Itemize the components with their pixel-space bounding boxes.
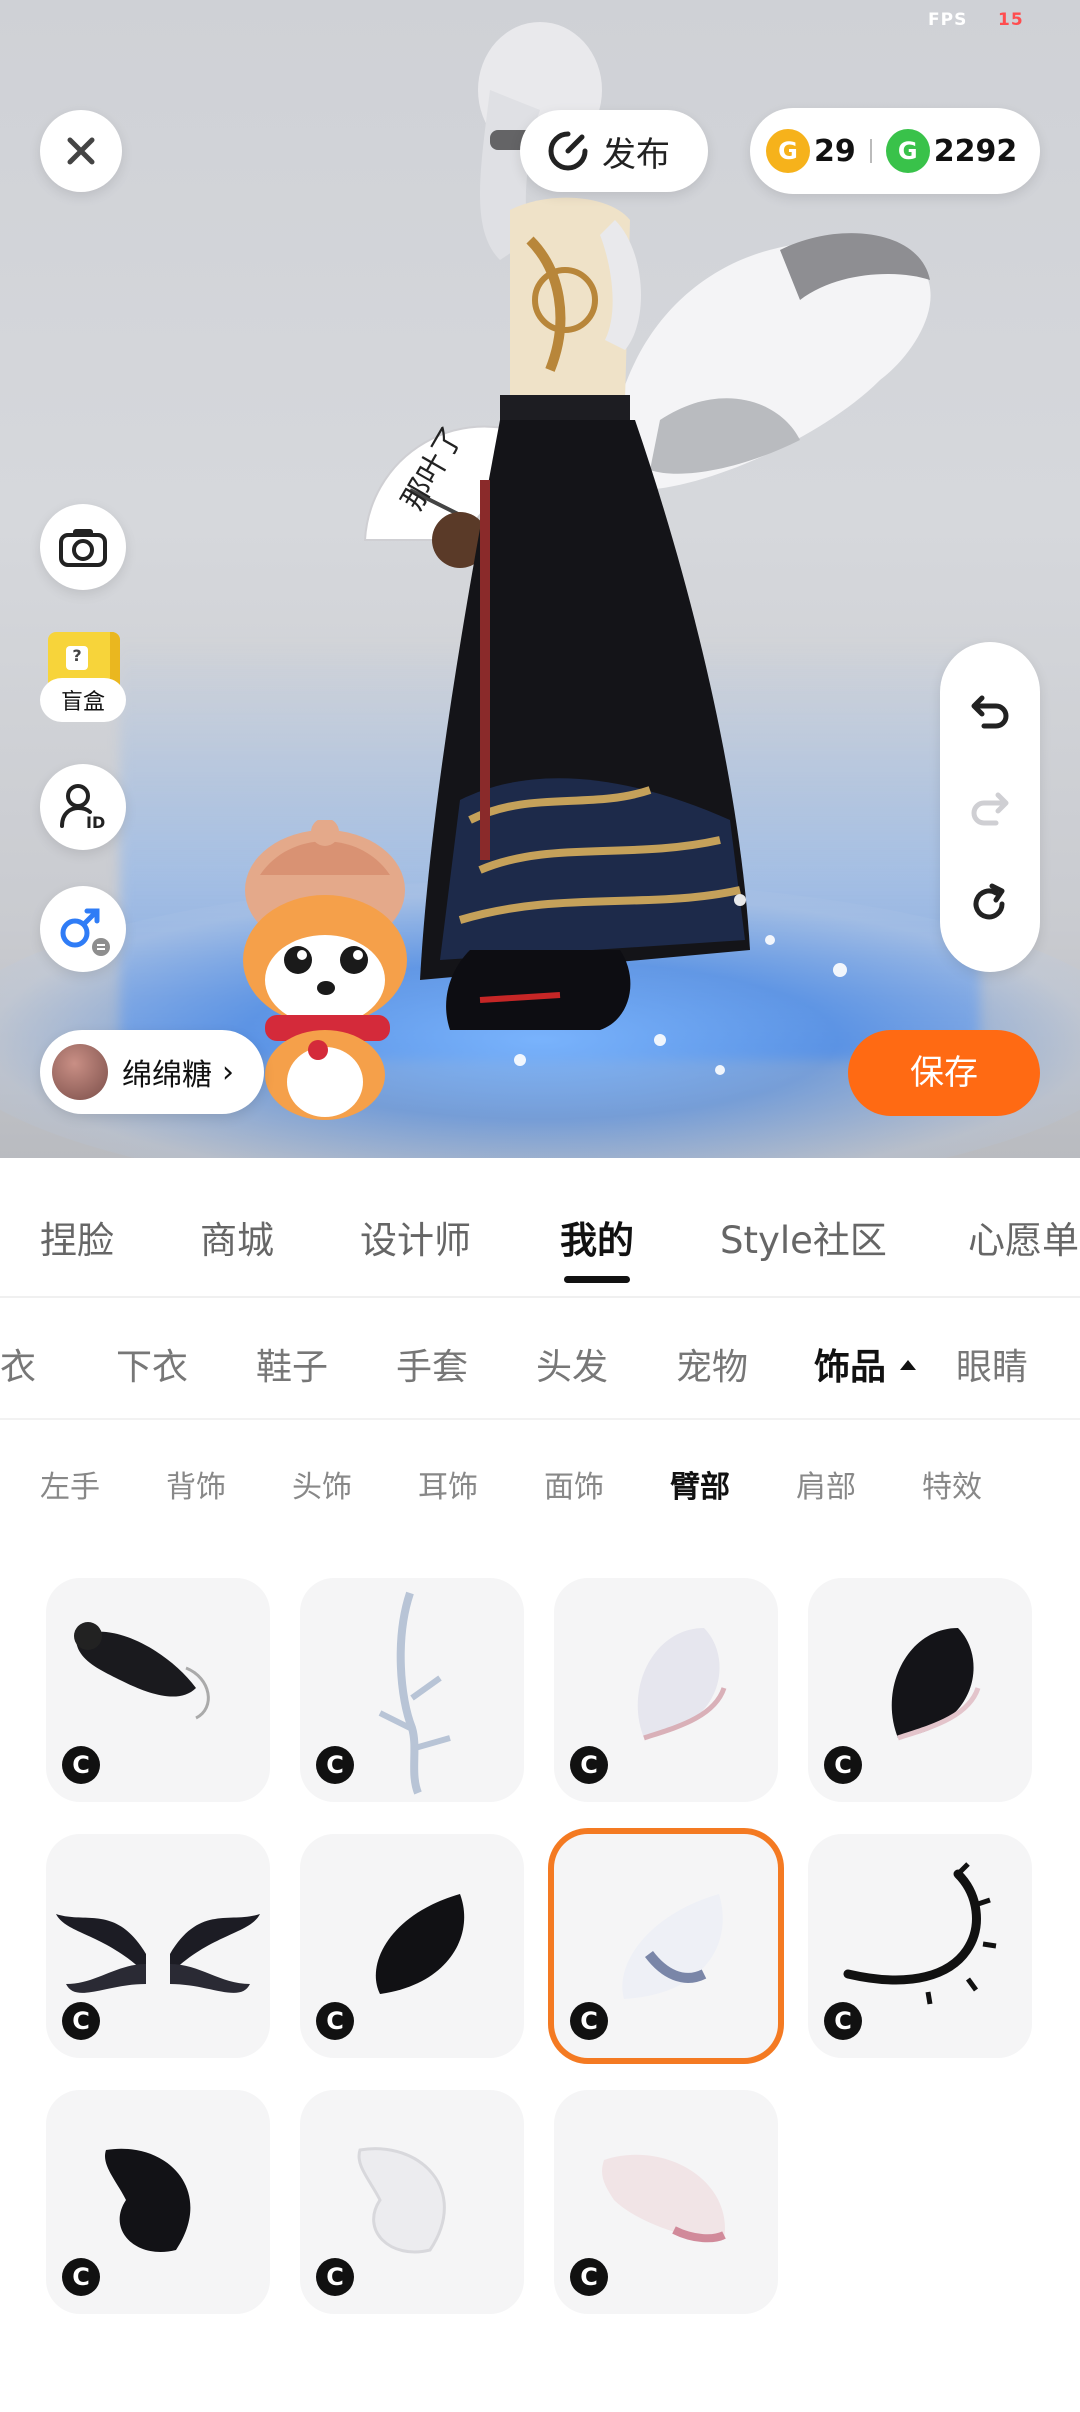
green-coin-icon: G <box>885 129 930 173</box>
tab-wishlist[interactable]: 心愿单 <box>968 1210 1079 1264</box>
category-pets[interactable]: 宠物 <box>676 1338 748 1390</box>
currency-badge: C <box>570 2258 608 2296</box>
currency-badge: C <box>824 2002 862 2040</box>
currency-badge: C <box>62 2258 100 2296</box>
item-card[interactable]: C <box>808 1834 1032 2058</box>
caret-up-icon <box>900 1360 917 1370</box>
primary-tabs: 捏脸 商城 设计师 我的 Style社区 心愿单 <box>0 1158 1080 1298</box>
camera-icon <box>59 529 107 567</box>
gold-coin-icon: G <box>766 129 810 173</box>
wardrobe-panel: 捏脸 商城 设计师 我的 Style社区 心愿单 上衣 下衣 鞋子 手套 头发 … <box>0 1158 1080 2412</box>
green-coin-count: 2292 <box>933 133 1018 169</box>
currency-badge: C <box>570 1746 608 1784</box>
avatar-editor-screen: { "fps": {"label": "FPS", "value": "15"}… <box>0 0 1080 2412</box>
publish-button[interactable]: 发布 <box>520 110 708 192</box>
blindbox-button[interactable]: 盲盒 <box>40 628 128 738</box>
item-card[interactable]: C <box>554 2090 778 2314</box>
tab-designer[interactable]: 设计师 <box>360 1210 471 1264</box>
item-card[interactable]: C <box>46 2090 270 2314</box>
history-controls <box>940 642 1040 972</box>
avatar-id-button[interactable]: ID <box>40 764 126 850</box>
currency-badge: C <box>316 1746 354 1784</box>
category-accessories-label: 饰品 <box>814 1347 887 1388</box>
publish-icon <box>548 131 588 171</box>
svg-text:ID: ID <box>86 813 105 832</box>
male-gender-icon <box>60 908 110 956</box>
fps-value: 15 <box>998 10 1024 30</box>
save-button[interactable]: 保存 <box>848 1030 1040 1116</box>
item-card[interactable]: C <box>300 2090 524 2314</box>
category-tabs: 上衣 下衣 鞋子 手套 头发 宠物 饰品 眼睛 <box>0 1298 1080 1420</box>
avatar <box>52 1044 108 1100</box>
tab-face[interactable]: 捏脸 <box>40 1210 114 1264</box>
close-button[interactable] <box>40 110 122 192</box>
currency-badge: C <box>316 2002 354 2040</box>
sub-ear[interactable]: 耳饰 <box>418 1462 478 1506</box>
tab-store[interactable]: 商城 <box>200 1210 274 1264</box>
category-eyes[interactable]: 眼睛 <box>956 1338 1028 1390</box>
category-accessories[interactable]: 饰品 <box>814 1338 917 1390</box>
gender-switch-button[interactable] <box>40 886 126 972</box>
user-id-icon: ID <box>60 784 105 832</box>
close-icon <box>67 137 95 165</box>
publish-label: 发布 <box>602 134 670 175</box>
item-card[interactable]: C <box>46 1578 270 1802</box>
category-bottoms[interactable]: 下衣 <box>116 1338 188 1390</box>
item-card[interactable]: C <box>46 1834 270 2058</box>
category-shoes[interactable]: 鞋子 <box>256 1338 328 1390</box>
sub-effects[interactable]: 特效 <box>922 1462 982 1506</box>
redo-icon[interactable] <box>968 785 1012 829</box>
sub-left-hand[interactable]: 左手 <box>40 1462 100 1506</box>
tab-mine[interactable]: 我的 <box>560 1210 634 1283</box>
category-hair[interactable]: 头发 <box>536 1338 608 1390</box>
currency-badge: C <box>316 2258 354 2296</box>
sub-hip[interactable]: 臂部 <box>670 1462 730 1506</box>
item-card-selected[interactable]: C <box>554 1834 778 2058</box>
user-name: 绵绵糖 <box>122 1058 212 1093</box>
avatar-3d-viewport[interactable]: FPS 15 那叶了 发布 G 29 G 2292 ? 盲盒 ID 绵绵糖 › … <box>0 0 1080 1158</box>
currency-divider <box>869 139 872 163</box>
sub-back[interactable]: 背饰 <box>166 1462 226 1506</box>
category-tops[interactable]: 上衣 <box>0 1338 36 1390</box>
sub-head[interactable]: 头饰 <box>292 1462 352 1506</box>
subcategory-tabs: 左手 背饰 头饰 耳饰 面饰 臂部 肩部 特效 <box>0 1420 1080 1532</box>
blindbox-label: 盲盒 <box>40 678 126 722</box>
item-card[interactable]: C <box>554 1578 778 1802</box>
reset-icon[interactable] <box>968 882 1012 926</box>
undo-icon[interactable] <box>968 688 1012 732</box>
sub-face[interactable]: 面饰 <box>544 1462 604 1506</box>
currency-badge: C <box>62 2002 100 2040</box>
category-gloves[interactable]: 手套 <box>396 1338 468 1390</box>
gold-coin-count: 29 <box>814 133 856 169</box>
currency-badge: C <box>62 1746 100 1784</box>
tab-style-community[interactable]: Style社区 <box>720 1210 887 1264</box>
item-card[interactable]: C <box>808 1578 1032 1802</box>
item-grid: C C C C C C C C C C C <box>46 1578 1036 2358</box>
currency-badge: C <box>824 1746 862 1784</box>
chevron-right-icon: › <box>222 1054 234 1090</box>
user-profile-pill[interactable]: 绵绵糖 › <box>40 1030 264 1114</box>
camera-button[interactable] <box>40 504 126 590</box>
currency-badge: C <box>570 2002 608 2040</box>
item-card[interactable]: C <box>300 1578 524 1802</box>
sub-shoulder[interactable]: 肩部 <box>796 1462 856 1506</box>
item-card[interactable]: C <box>300 1834 524 2058</box>
currency-display[interactable]: G 29 G 2292 <box>750 108 1040 194</box>
